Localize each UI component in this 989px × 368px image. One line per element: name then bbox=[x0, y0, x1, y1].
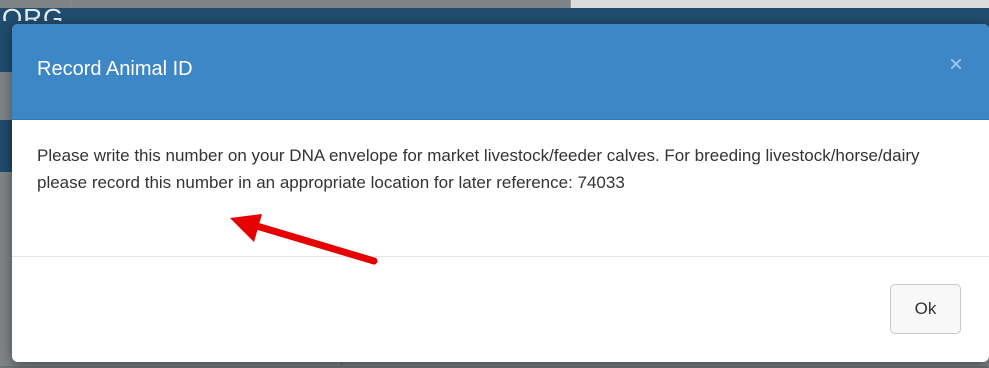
record-animal-id-modal: Record Animal ID × Please write this num… bbox=[12, 24, 989, 362]
red-arrow-icon bbox=[230, 214, 378, 265]
modal-footer: Ok bbox=[12, 256, 989, 362]
background-logo: ORG bbox=[2, 5, 65, 21]
red-arrow-head bbox=[230, 214, 262, 242]
modal-title: Record Animal ID bbox=[37, 58, 193, 80]
close-icon[interactable]: × bbox=[949, 53, 963, 77]
modal-body-text: Please write this number on your DNA env… bbox=[37, 146, 920, 192]
red-arrow-shaft bbox=[246, 220, 378, 265]
ok-button[interactable]: Ok bbox=[890, 284, 961, 334]
background-search-input bbox=[570, 0, 989, 8]
modal-header: Record Animal ID × bbox=[12, 24, 989, 120]
